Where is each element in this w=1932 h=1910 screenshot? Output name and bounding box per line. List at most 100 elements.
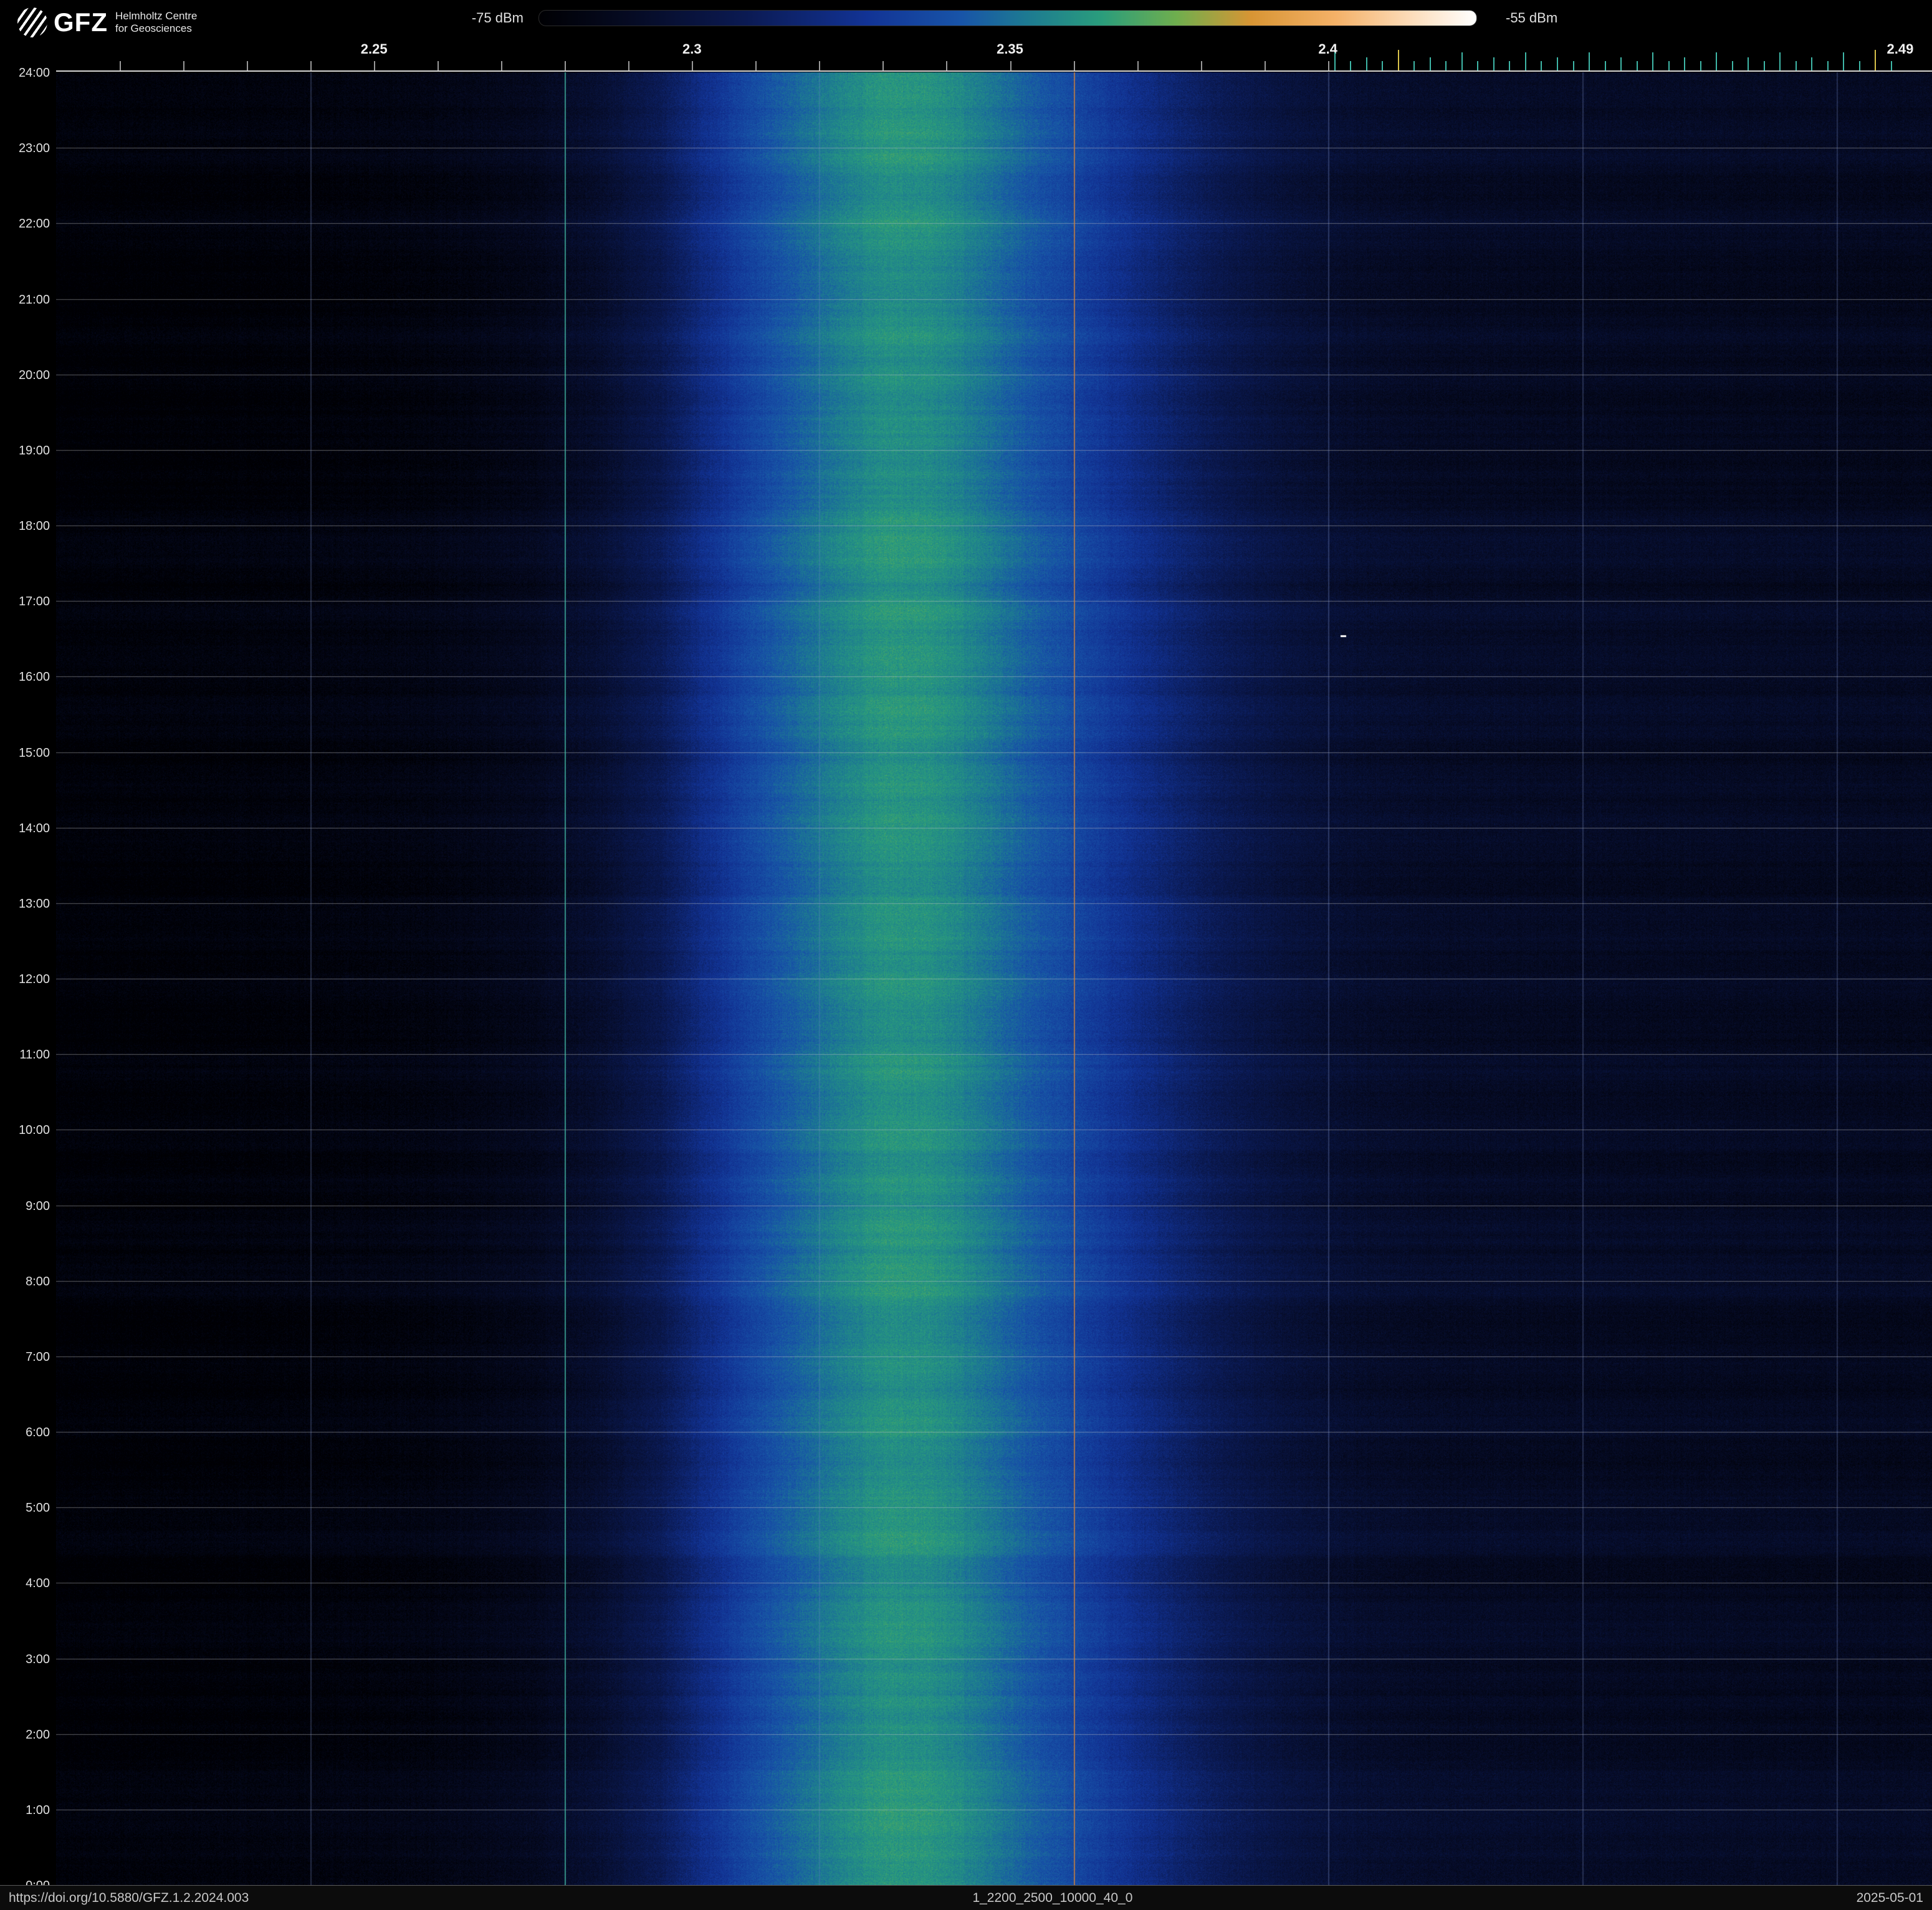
freq-minor-tick bbox=[1074, 61, 1075, 71]
spectrogram-canvas bbox=[56, 72, 1932, 1885]
freq-minor-tick bbox=[628, 61, 629, 71]
gfz-logo-subtitle: Helmholtz Centre for Geosciences bbox=[115, 10, 197, 35]
channel-tick bbox=[1334, 52, 1336, 71]
channel-tick bbox=[1668, 61, 1670, 71]
time-label: 19:00 bbox=[0, 444, 50, 458]
time-label: 16:00 bbox=[0, 670, 50, 684]
time-label: 4:00 bbox=[0, 1576, 50, 1591]
channel-tick bbox=[1557, 57, 1558, 71]
time-label: 5:00 bbox=[0, 1501, 50, 1515]
logo-subtitle-line2: for Geosciences bbox=[115, 22, 197, 35]
freq-minor-tick bbox=[438, 61, 439, 71]
header: GFZ Helmholtz Centre for Geosciences -75… bbox=[0, 0, 1932, 71]
colorbar-max-label: -55 dBm bbox=[1506, 10, 1557, 26]
freq-minor-tick bbox=[501, 61, 502, 71]
time-label: 7:00 bbox=[0, 1350, 50, 1365]
channel-tick bbox=[1541, 61, 1542, 71]
gfz-logo-icon bbox=[17, 7, 47, 37]
channel-tick bbox=[1891, 61, 1892, 71]
freq-minor-tick bbox=[374, 61, 375, 71]
channel-tick bbox=[1461, 52, 1463, 71]
time-label: 24:00 bbox=[0, 66, 50, 80]
channel-tick bbox=[1827, 61, 1829, 71]
time-label: 18:00 bbox=[0, 519, 50, 534]
channel-tick bbox=[1493, 57, 1494, 71]
logo-subtitle-line1: Helmholtz Centre bbox=[115, 10, 197, 22]
colorbar-gradient bbox=[538, 10, 1477, 26]
time-label: 9:00 bbox=[0, 1199, 50, 1214]
time-label: 15:00 bbox=[0, 746, 50, 761]
dataset-id: 1_2200_2500_10000_40_0 bbox=[972, 1891, 1132, 1906]
footer: https://doi.org/10.5880/GFZ.1.2.2024.003… bbox=[0, 1885, 1932, 1910]
time-label: 23:00 bbox=[0, 142, 50, 156]
time-label: 14:00 bbox=[0, 822, 50, 836]
channel-tick bbox=[1859, 61, 1860, 71]
channel-tick bbox=[1811, 57, 1812, 71]
time-label: 12:00 bbox=[0, 972, 50, 987]
freq-tick-label: 2.49 bbox=[1887, 41, 1914, 57]
freq-minor-tick bbox=[1201, 61, 1202, 71]
time-label: 10:00 bbox=[0, 1123, 50, 1138]
freq-minor-tick bbox=[120, 61, 121, 71]
channel-tick bbox=[1700, 61, 1701, 71]
time-label: 13:00 bbox=[0, 897, 50, 911]
channel-tick-highlight bbox=[1875, 50, 1876, 71]
freq-minor-tick bbox=[755, 61, 757, 71]
freq-tick-label: 2.35 bbox=[997, 41, 1023, 57]
channel-tick-highlight bbox=[1398, 50, 1399, 71]
time-label: 20:00 bbox=[0, 368, 50, 383]
freq-minor-tick bbox=[1328, 61, 1329, 71]
channel-tick bbox=[1445, 61, 1447, 71]
freq-minor-tick bbox=[565, 61, 566, 71]
channel-tick bbox=[1366, 57, 1367, 71]
colorbar-min-label: -75 dBm bbox=[399, 10, 524, 26]
channel-tick bbox=[1843, 52, 1844, 71]
channel-tick bbox=[1413, 61, 1415, 71]
freq-minor-tick bbox=[183, 61, 184, 71]
channel-tick bbox=[1573, 61, 1574, 71]
freq-minor-tick bbox=[692, 61, 693, 71]
freq-minor-tick bbox=[819, 61, 820, 71]
time-label: 11:00 bbox=[0, 1048, 50, 1062]
gfz-logo: GFZ Helmholtz Centre for Geosciences bbox=[17, 7, 197, 37]
channel-tick bbox=[1748, 57, 1749, 71]
freq-minor-tick bbox=[1137, 61, 1139, 71]
channel-tick bbox=[1477, 61, 1478, 71]
channel-tick bbox=[1589, 52, 1590, 71]
channel-tick bbox=[1732, 61, 1733, 71]
time-label: 17:00 bbox=[0, 595, 50, 609]
time-label: 1:00 bbox=[0, 1803, 50, 1818]
time-label: 6:00 bbox=[0, 1426, 50, 1440]
channel-tick bbox=[1605, 61, 1606, 71]
freq-minor-tick bbox=[247, 61, 248, 71]
time-label: 8:00 bbox=[0, 1275, 50, 1289]
freq-minor-tick bbox=[1010, 61, 1011, 71]
channel-tick bbox=[1525, 52, 1526, 71]
channel-tick bbox=[1716, 52, 1717, 71]
channel-tick bbox=[1796, 61, 1797, 71]
channel-tick bbox=[1684, 57, 1685, 71]
freq-tick-label: 2.25 bbox=[361, 41, 388, 57]
time-label: 21:00 bbox=[0, 293, 50, 307]
channel-tick bbox=[1637, 61, 1638, 71]
channel-tick bbox=[1430, 57, 1431, 71]
channel-tick bbox=[1779, 52, 1781, 71]
channel-tick bbox=[1350, 61, 1351, 71]
time-label: 22:00 bbox=[0, 217, 50, 231]
channel-tick bbox=[1764, 61, 1765, 71]
channel-tick bbox=[1620, 57, 1622, 71]
time-label: 2:00 bbox=[0, 1728, 50, 1742]
date-label: 2025-05-01 bbox=[1857, 1891, 1923, 1906]
freq-minor-tick bbox=[310, 61, 312, 71]
time-label: 3:00 bbox=[0, 1653, 50, 1667]
freq-minor-tick bbox=[1265, 61, 1266, 71]
freq-tick-label: 2.3 bbox=[682, 41, 702, 57]
channel-tick bbox=[1382, 61, 1383, 71]
channel-tick bbox=[1509, 61, 1510, 71]
freq-minor-tick bbox=[946, 61, 947, 71]
frequency-axis-line bbox=[56, 70, 1932, 72]
channel-tick bbox=[1652, 52, 1653, 71]
freq-minor-tick bbox=[882, 61, 884, 71]
doi-link[interactable]: https://doi.org/10.5880/GFZ.1.2.2024.003 bbox=[9, 1891, 249, 1906]
gfz-logo-text: GFZ bbox=[54, 7, 108, 37]
